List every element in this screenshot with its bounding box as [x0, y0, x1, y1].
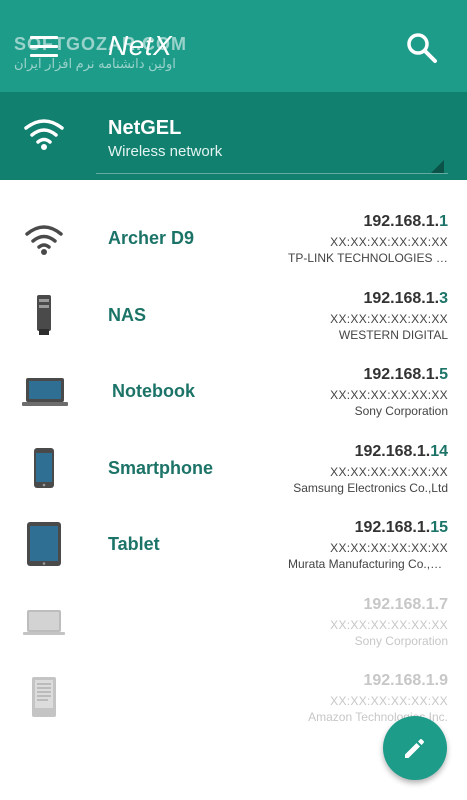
device-name: Notebook — [112, 381, 195, 401]
dropdown-arrow-icon[interactable] — [431, 160, 444, 173]
device-mac: XX:XX:XX:XX:XX:XX — [330, 235, 448, 249]
device-vendor: Murata Manufacturing Co.,Ltd. — [288, 557, 448, 571]
ip-prefix: 192.168.1. — [363, 213, 440, 230]
ereader-icon — [32, 677, 56, 717]
device-ip: 192.168.1.1 — [363, 213, 448, 231]
ip-prefix: 192.168.1. — [363, 289, 440, 307]
smartphone-icon — [34, 447, 54, 488]
nas-server-icon — [37, 294, 51, 335]
device-ip: 192.168.1.7 — [363, 596, 448, 614]
device-name: Archer D9 — [108, 228, 195, 248]
device-row[interactable]: Notebook 192.168.1.5 XX:XX:XX:XX:XX:XX S… — [0, 353, 467, 430]
ip-prefix: 192.168.1. — [363, 366, 440, 383]
laptop-icon — [22, 378, 68, 406]
ip-host: 15 — [430, 519, 448, 536]
divider — [96, 173, 448, 174]
device-row[interactable]: NAS 192.168.1.3 XX:XX:XX:XX:XX:XX WESTER… — [0, 277, 467, 354]
ip-prefix: 192.168.1. — [363, 595, 440, 613]
device-vendor: Sony Corporation — [354, 633, 448, 648]
device-ip: 192.168.1.14 — [355, 443, 448, 461]
device-row[interactable]: Tablet 192.168.1.15 XX:XX:XX:XX:XX:XX Mu… — [0, 506, 467, 583]
device-ip: 192.168.1.9 — [363, 672, 448, 690]
device-mac: XX:XX:XX:XX:XX:XX — [330, 617, 448, 632]
network-name: NetGEL — [108, 117, 182, 139]
ip-host: 9 — [439, 672, 448, 689]
device-name: Smartphone — [108, 457, 214, 478]
edit-pencil-icon — [405, 739, 424, 758]
wifi-router-icon — [25, 225, 63, 255]
device-name: Tablet — [108, 534, 160, 554]
device-mac: XX:XX:XX:XX:XX:XX — [330, 541, 448, 555]
device-ip: 192.168.1.5 — [363, 366, 448, 384]
edit-fab-button[interactable] — [383, 716, 447, 780]
ip-host: 3 — [439, 289, 448, 307]
device-ip: 192.168.1.3 — [363, 290, 448, 308]
wifi-icon — [24, 119, 64, 150]
ip-host: 5 — [439, 366, 448, 383]
device-row[interactable]: Archer D9 192.168.1.1 XX:XX:XX:XX:XX:XX … — [0, 200, 467, 277]
ip-host: 14 — [430, 442, 448, 460]
laptop-icon — [23, 609, 65, 635]
device-vendor: Sony Corporation — [354, 404, 448, 418]
device-vendor: Samsung Electronics Co.,Ltd — [293, 480, 448, 495]
device-name: NAS — [108, 304, 147, 325]
device-mac: XX:XX:XX:XX:XX:XX — [330, 464, 448, 479]
tablet-icon — [27, 522, 61, 566]
device-row[interactable]: 192.168.1.7 XX:XX:XX:XX:XX:XX Sony Corpo… — [0, 583, 467, 660]
app-title: NetX — [108, 30, 173, 61]
search-icon[interactable] — [404, 30, 440, 66]
device-mac: XX:XX:XX:XX:XX:XX — [330, 311, 448, 326]
network-type: Wireless network — [108, 143, 223, 160]
network-selector[interactable]: NetGEL Wireless network — [0, 92, 467, 180]
device-mac: XX:XX:XX:XX:XX:XX — [330, 694, 448, 708]
device-ip: 192.168.1.15 — [355, 519, 448, 537]
ip-host: 1 — [439, 213, 448, 230]
ip-prefix: 192.168.1. — [354, 442, 431, 460]
device-list: Archer D9 192.168.1.1 XX:XX:XX:XX:XX:XX … — [0, 200, 467, 736]
ip-prefix: 192.168.1. — [354, 519, 431, 536]
device-row[interactable]: Smartphone 192.168.1.14 XX:XX:XX:XX:XX:X… — [0, 430, 467, 507]
ip-host: 7 — [439, 595, 448, 613]
device-mac: XX:XX:XX:XX:XX:XX — [330, 388, 448, 402]
ip-prefix: 192.168.1. — [363, 672, 440, 689]
device-vendor: TP-LINK TECHNOLOGIES CO.,LTD. — [288, 251, 448, 265]
app-bar: SOFTGOZAR.COM اولین دانشنامه نرم افزار ا… — [0, 0, 467, 92]
device-vendor: WESTERN DIGITAL — [338, 327, 448, 342]
